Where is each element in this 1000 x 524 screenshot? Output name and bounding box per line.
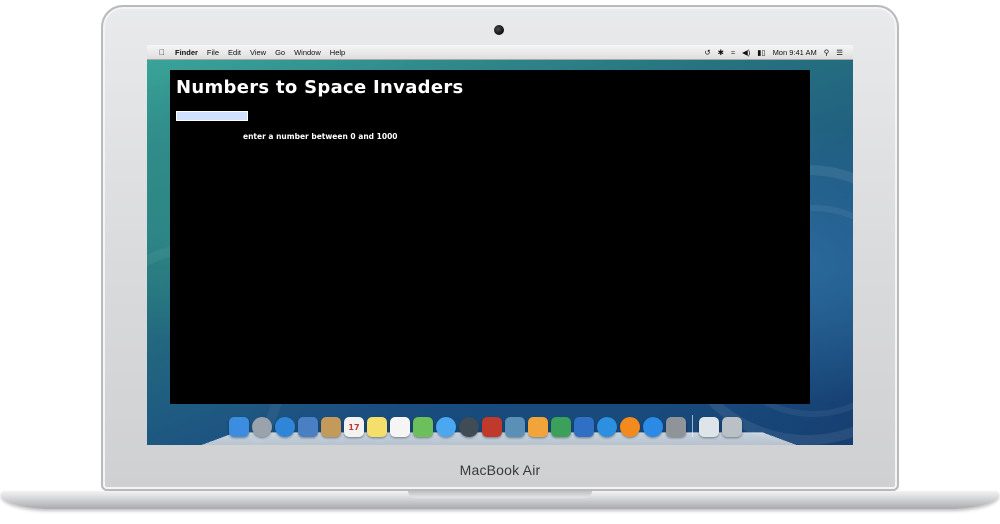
trash-icon[interactable] [722,417,742,437]
screen:  Finder File Edit View Go Window Help ↺… [147,45,853,445]
wifi-icon[interactable]: ≈ [731,48,735,57]
app-store-icon[interactable] [643,417,663,437]
finder-icon[interactable] [229,417,249,437]
launchpad-icon[interactable] [252,417,272,437]
facetime-icon[interactable] [459,417,479,437]
system-preferences-icon[interactable] [666,417,686,437]
calendar-icon[interactable]: 17 [344,417,364,437]
menubar:  Finder File Edit View Go Window Help ↺… [147,45,853,60]
mail-icon[interactable] [298,417,318,437]
messages-icon[interactable] [436,417,456,437]
keynote-icon[interactable] [574,417,594,437]
dock-separator [692,415,693,437]
menu-go[interactable]: Go [275,48,285,57]
page-title: Numbers to Space Invaders [176,77,464,98]
app-window: Numbers to Space Invaders enter a number… [170,70,810,404]
number-input[interactable] [176,111,248,121]
input-hint: enter a number between 0 and 1000 [243,132,398,141]
ibooks-icon[interactable] [620,417,640,437]
maps-icon[interactable] [413,417,433,437]
numbers-icon[interactable] [551,417,571,437]
bluetooth-icon[interactable]: ✱ [718,48,724,57]
camera-icon [494,25,504,35]
menu-file[interactable]: File [207,48,219,57]
photo-booth-icon[interactable] [482,417,502,437]
menu-finder[interactable]: Finder [175,48,198,57]
clock[interactable]: Mon 9:41 AM [773,48,817,57]
notification-center-icon[interactable]: ☰ [836,48,843,57]
notes-icon[interactable] [367,417,387,437]
itunes-icon[interactable] [597,417,617,437]
brand-label: MacBook Air [459,462,541,478]
apple-logo-icon[interactable]:  [157,48,167,57]
menu-help[interactable]: Help [330,48,345,57]
battery-icon[interactable]: ▮▯ [757,48,765,57]
status-area: ↺ ✱ ≈ ◀) ▮▯ Mon 9:41 AM ⚲ ☰ [704,48,843,57]
dock: 17 [229,409,769,437]
downloads-stack-icon[interactable] [699,417,719,437]
lid-notch [408,491,592,498]
volume-icon[interactable]: ◀) [742,48,750,57]
pages-icon[interactable] [528,417,548,437]
menu-edit[interactable]: Edit [228,48,241,57]
menu-window[interactable]: Window [294,48,321,57]
reminders-icon[interactable] [390,417,410,437]
iphoto-icon[interactable] [505,417,525,437]
contacts-icon[interactable] [321,417,341,437]
time-machine-icon[interactable]: ↺ [704,48,710,57]
spotlight-icon[interactable]: ⚲ [824,48,830,57]
menu-view[interactable]: View [250,48,266,57]
safari-icon[interactable] [275,417,295,437]
laptop-mockup:  Finder File Edit View Go Window Help ↺… [0,0,1000,524]
